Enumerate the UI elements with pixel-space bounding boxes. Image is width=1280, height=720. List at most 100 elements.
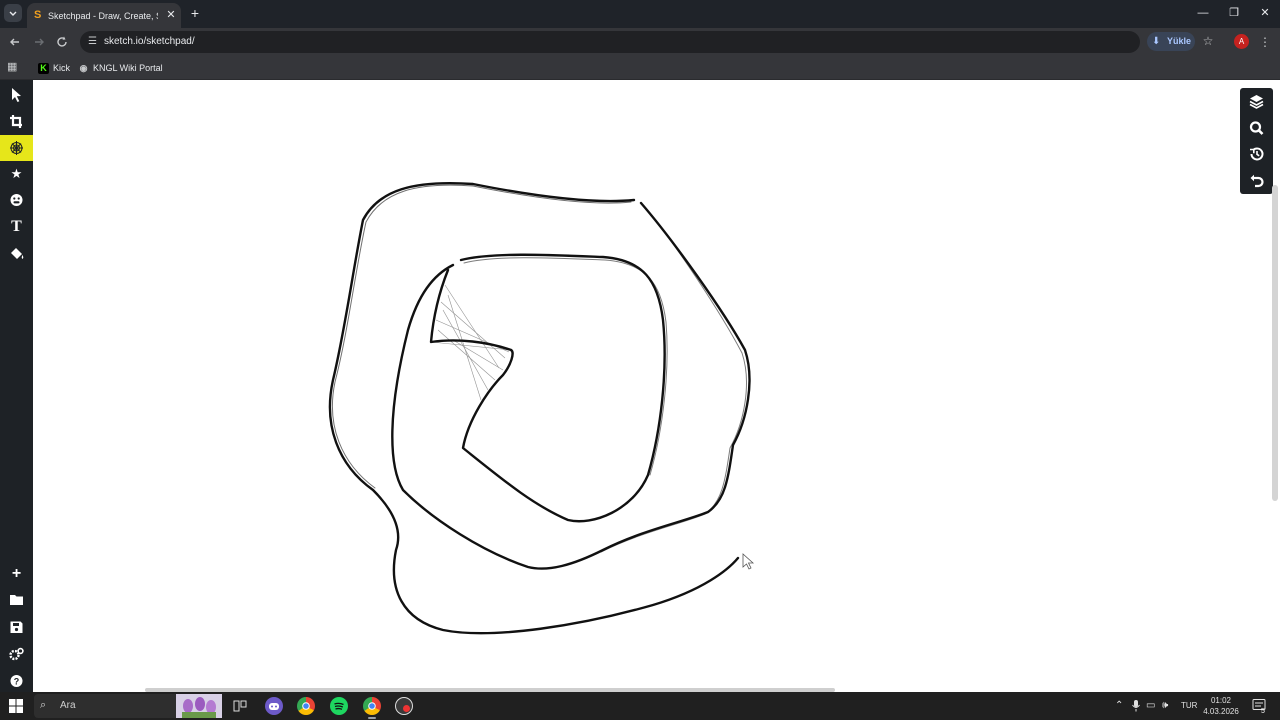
close-window-button[interactable]: ✕ [1258, 6, 1272, 20]
layers-button[interactable] [1240, 88, 1273, 114]
settings-button[interactable] [0, 641, 33, 667]
new-tab-button[interactable]: + [188, 6, 202, 20]
forward-arrow-icon [35, 38, 44, 46]
forward-button[interactable] [31, 34, 47, 50]
tab-search-button[interactable] [4, 4, 22, 22]
browser-tab-active[interactable]: S Sketchpad - Draw, Create, Sha ✕ [27, 3, 181, 28]
windows-taskbar: ⌕ Ara ⌃ ▭ 🕪 TUR 01:02 4.03.2026 5 [0, 692, 1280, 720]
spiral-drawing [328, 181, 755, 635]
sketchpad-favicon-icon: S [34, 9, 42, 21]
zoom-button[interactable] [1240, 115, 1273, 141]
spiral-inner-stroke [459, 253, 666, 523]
install-app-button[interactable]: ⬇ Yükle [1147, 32, 1195, 51]
discord-icon [269, 703, 279, 710]
search-icon [1249, 121, 1264, 135]
back-arrow-icon [10, 38, 19, 46]
kick-icon: K [38, 63, 49, 75]
bookmark-label: KNGL Wiki Portal [93, 63, 163, 73]
search-highlight-flowers-icon [176, 694, 222, 718]
clock-time[interactable]: 01:02 [1205, 695, 1237, 706]
right-toolbar [1240, 88, 1273, 194]
url-text[interactable]: sketch.io/sketchpad/ [104, 35, 195, 49]
undo-button[interactable] [1240, 168, 1273, 194]
plus-icon: + [11, 565, 22, 582]
apps-grid-icon[interactable]: ▦ [7, 61, 19, 73]
hatch-line [440, 301, 506, 359]
task-view-icon [233, 700, 247, 712]
taskbar-search-box[interactable]: ⌕ Ara [34, 694, 222, 718]
bookmark-kngl-wiki[interactable]: ◉ KNGL Wiki Portal [78, 59, 163, 77]
network-icon[interactable]: ▭ [1146, 700, 1155, 712]
microphone-shape [1132, 700, 1140, 712]
chrome-icon [368, 702, 376, 710]
web-brush-icon [10, 141, 23, 155]
microphone-icon[interactable] [1131, 700, 1141, 716]
reload-icon [57, 36, 67, 47]
back-button[interactable] [7, 34, 23, 50]
gears-icon [9, 647, 24, 661]
vertical-scrollbar[interactable] [1272, 185, 1278, 501]
show-hidden-icons-chevron-icon[interactable]: ⌃ [1115, 700, 1123, 712]
emoji-icon [10, 194, 23, 206]
screen-recorder-app[interactable] [395, 697, 413, 715]
bookmarks-bar: ▦ K Kick ◉ KNGL Wiki Portal [0, 56, 1280, 80]
address-bar[interactable]: ☰ sketch.io/sketchpad/ [80, 31, 1140, 53]
left-toolbar: ★ T + ? [0, 80, 33, 692]
close-tab-icon[interactable]: ✕ [165, 9, 177, 21]
history-icon [1250, 147, 1264, 161]
chrome-icon [302, 702, 310, 710]
stamp-tool[interactable]: ★ [0, 161, 33, 187]
discord-app[interactable] [265, 697, 283, 715]
wiki-icon: ◉ [79, 63, 88, 74]
notification-bubble-icon [1252, 699, 1266, 710]
text-tool[interactable]: T [0, 214, 33, 240]
browser-toolbar: ☰ sketch.io/sketchpad/ ⬇ Yükle ☆ A ⋮ [0, 28, 1280, 56]
clock-date[interactable]: 4.03.2026 [1198, 706, 1244, 717]
language-indicator[interactable]: TUR [1181, 700, 1197, 712]
bookmark-kick[interactable]: K Kick [38, 59, 70, 77]
spotify-app[interactable] [330, 697, 348, 715]
open-button[interactable] [0, 587, 33, 613]
spiral-inner-stroke-shadow [463, 257, 668, 476]
menu-kebab-icon[interactable]: ⋮ [1259, 34, 1271, 50]
hatch-line [437, 329, 496, 381]
hatch-line [444, 284, 500, 369]
fill-tool[interactable] [0, 241, 33, 267]
bookmark-star-icon[interactable]: ☆ [1201, 34, 1215, 48]
cursor-icon [12, 88, 21, 102]
spiral-right-stroke-shadow [600, 205, 747, 553]
volume-icon[interactable]: 🕪 [1162, 700, 1168, 712]
spiral-outer-stroke [328, 181, 740, 635]
emoji-tool[interactable] [0, 187, 33, 213]
select-tool[interactable] [0, 81, 33, 107]
undo-icon [1250, 174, 1264, 188]
spiral-right-stroke [391, 201, 751, 570]
save-button[interactable] [0, 614, 33, 640]
install-label: Yükle [1167, 36, 1192, 46]
profile-avatar[interactable]: A [1234, 34, 1249, 49]
folder-icon [10, 595, 23, 605]
site-info-icon[interactable]: ☰ [88, 36, 100, 48]
task-view-button[interactable] [231, 697, 249, 715]
install-icon: ⬇ [1152, 36, 1161, 47]
windows-start-icon[interactable] [9, 699, 23, 713]
notification-center-icon[interactable]: 5 [1252, 698, 1268, 718]
minimize-button[interactable]: — [1196, 6, 1210, 20]
chevron-down-icon [9, 11, 17, 16]
notification-count: 5 [1261, 708, 1265, 715]
help-button[interactable]: ? [0, 668, 33, 694]
bookmark-label: Kick [53, 63, 71, 73]
chrome-profile-app[interactable] [363, 697, 381, 715]
brush-tool[interactable] [0, 135, 33, 161]
hatch-line [435, 319, 510, 353]
reload-button[interactable] [54, 34, 70, 50]
restore-button[interactable]: ❐ [1227, 6, 1241, 20]
search-placeholder: Ara [60, 700, 76, 711]
history-button[interactable] [1240, 141, 1273, 167]
spiral-outer-stroke-shadow [331, 184, 632, 489]
drawing-canvas[interactable] [33, 80, 1280, 692]
active-app-indicator [368, 717, 376, 719]
chrome-app[interactable] [297, 697, 315, 715]
crop-tool[interactable] [0, 108, 33, 134]
new-button[interactable]: + [0, 561, 33, 587]
